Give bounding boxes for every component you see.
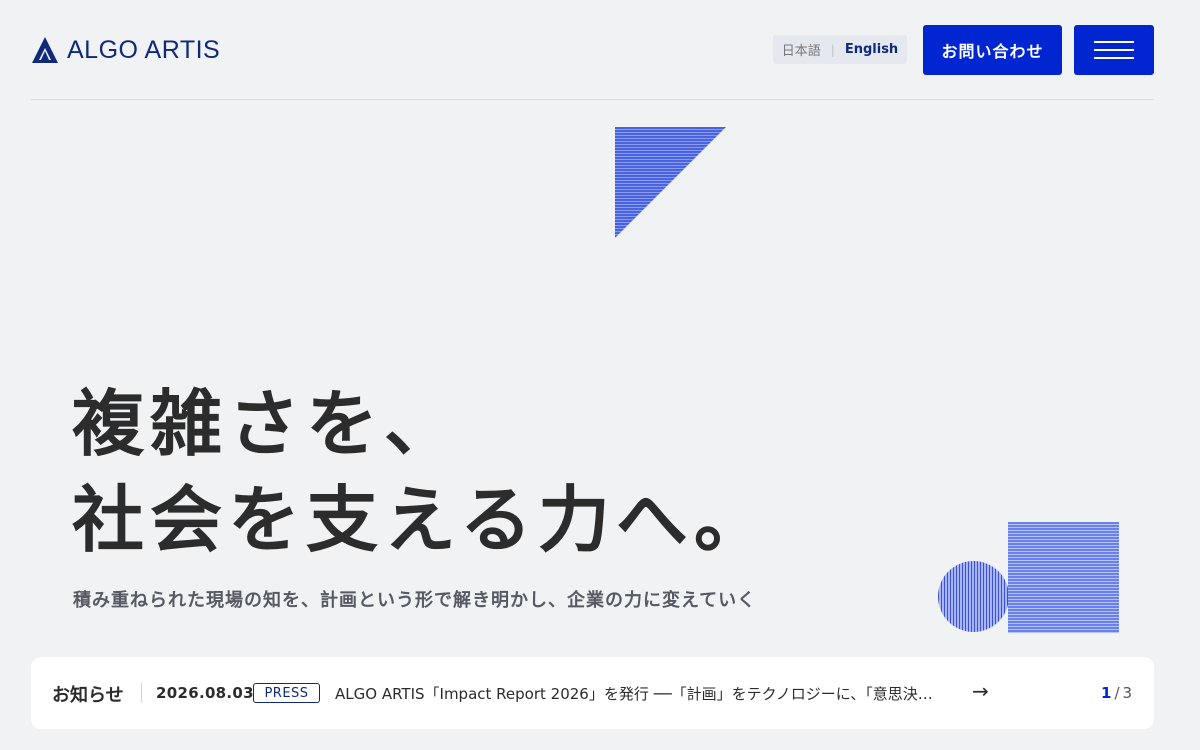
- contact-button[interactable]: お問い合わせ: [923, 25, 1062, 75]
- lang-divider: |: [830, 42, 835, 57]
- news-divider: [141, 683, 142, 703]
- news-headline-link[interactable]: ALGO ARTIS「Impact Report 2026」を発行 ──「計画」…: [335, 683, 955, 704]
- news-tag-badge: PRESS: [253, 683, 320, 703]
- news-date: 2026.08.03: [156, 684, 254, 702]
- decorative-triangle: [615, 127, 726, 238]
- menu-button[interactable]: [1074, 25, 1154, 75]
- news-page-separator: /: [1114, 684, 1120, 702]
- logo-text: ALGO ARTIS: [67, 35, 221, 64]
- lang-japanese-link[interactable]: 日本語: [782, 40, 821, 59]
- decorative-circle: [938, 561, 1009, 632]
- news-page-total: 3: [1122, 684, 1133, 702]
- news-pagination: 1/3: [1101, 684, 1132, 702]
- decorative-square: [1008, 522, 1119, 633]
- hamburger-icon: [1094, 41, 1134, 43]
- hamburger-icon-line: [1094, 57, 1134, 59]
- logo-mark-icon: [32, 37, 58, 63]
- site-header: ALGO ARTIS 日本語 | English お問い合わせ: [31, 0, 1154, 100]
- news-title: お知らせ: [52, 685, 124, 706]
- arrow-right-icon[interactable]: →: [972, 679, 989, 703]
- news-bar[interactable]: お知らせ 2026.08.03 PRESS ALGO ARTIS「Impact …: [31, 657, 1154, 729]
- lang-english-link[interactable]: English: [845, 42, 898, 57]
- hero-subcopy: 積み重ねられた現場の知を、計画という形で解き明かし、企業の力に変えていく: [73, 590, 757, 611]
- news-page-current: 1: [1101, 684, 1112, 702]
- hero-heading-line-1: 複雑さを、: [72, 382, 463, 466]
- language-switcher: 日本語 | English: [773, 35, 907, 64]
- logo[interactable]: ALGO ARTIS: [31, 35, 220, 65]
- hero-heading-line-2: 社会を支える力へ。: [72, 478, 772, 562]
- hamburger-icon-line: [1094, 49, 1134, 51]
